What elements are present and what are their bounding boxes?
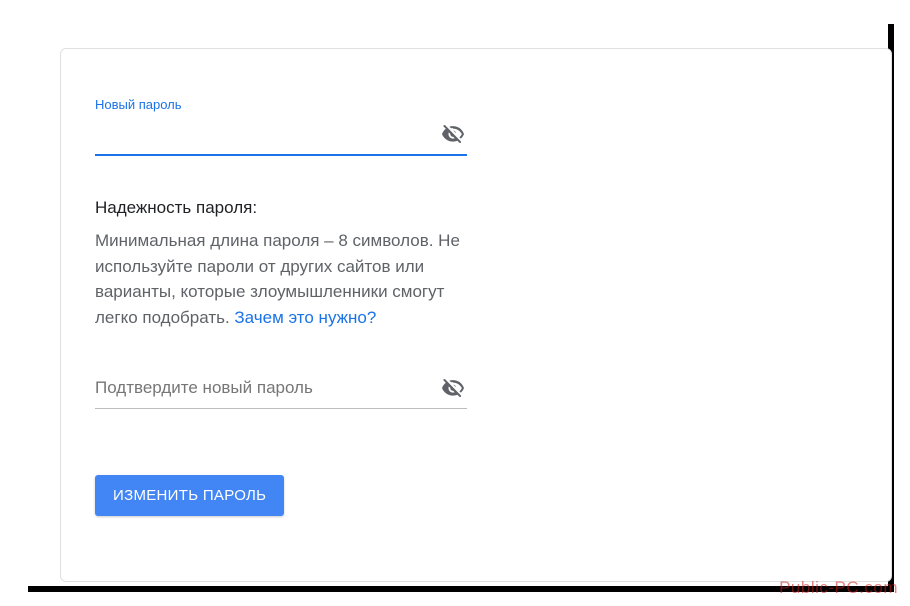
why-needed-link[interactable]: Зачем это нужно? (234, 308, 376, 327)
new-password-row (95, 118, 467, 156)
new-password-input[interactable] (95, 118, 467, 154)
visibility-off-icon[interactable] (441, 122, 465, 146)
strength-title: Надежность пароля: (95, 198, 467, 218)
new-password-label: Новый пароль (95, 97, 467, 112)
new-password-group: Новый пароль (95, 97, 467, 156)
strength-description: Минимальная длина пароля – 8 символов. Н… (95, 228, 467, 330)
password-strength-block: Надежность пароля: Минимальная длина пар… (95, 198, 467, 330)
confirm-password-group (95, 372, 467, 409)
confirm-password-row (95, 372, 467, 409)
change-password-button[interactable]: ИЗМЕНИТЬ ПАРОЛЬ (95, 475, 284, 516)
outer-shadow-frame: Новый пароль Надежность пароля: Минималь… (22, 18, 888, 586)
confirm-password-input[interactable] (95, 372, 467, 408)
visibility-off-icon[interactable] (441, 376, 465, 400)
watermark-text: Public-PC.com (779, 578, 898, 598)
password-change-card: Новый пароль Надежность пароля: Минималь… (60, 48, 892, 582)
